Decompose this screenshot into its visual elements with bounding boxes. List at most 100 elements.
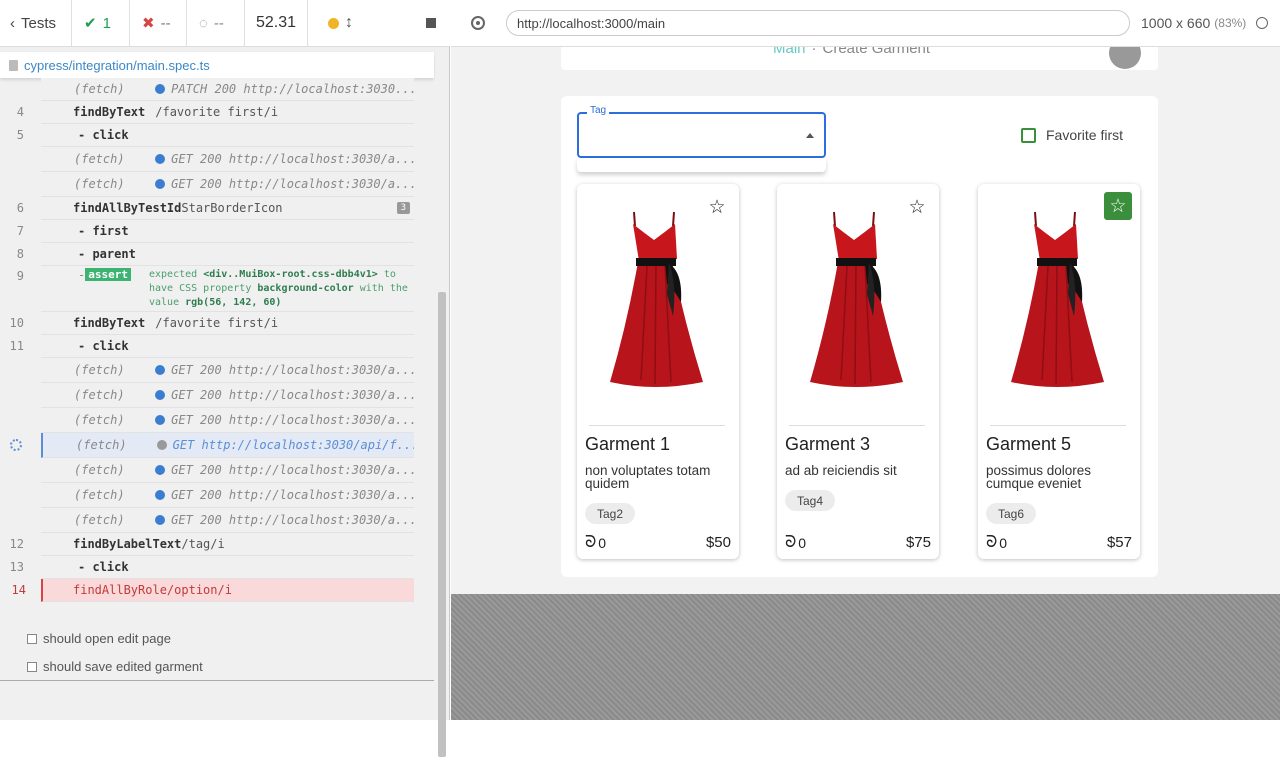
garment-description: ad ab reiciendis sit	[785, 463, 897, 478]
favorite-first-checkbox[interactable]: Favorite first	[1021, 127, 1123, 143]
command-row-pending[interactable]: (fetch) GET http://localhost:3030/api/f.…	[10, 433, 414, 458]
favorite-first-label: Favorite first	[1046, 127, 1124, 143]
x-icon: ✖	[142, 15, 155, 32]
circle-notch-icon: ◌	[199, 14, 208, 32]
failed-count: ✖ --	[130, 0, 187, 46]
command-row[interactable]: (fetch) GET 200 http://localhost:3030/a.…	[41, 508, 414, 533]
spec-path: cypress/integration/main.spec.ts	[24, 57, 210, 73]
swirl-icon: ᘐ	[986, 534, 998, 551]
test-status-icon	[27, 661, 37, 672]
command-row[interactable]: (fetch) GET 200 http://localhost:3030/a.…	[41, 458, 414, 483]
request-status-icon	[155, 390, 166, 400]
garment-title: Garment 3	[785, 434, 871, 454]
likes-count: ᘐ 0	[785, 534, 807, 551]
garment-description: non voluptates totam quidem	[585, 463, 711, 491]
command-row[interactable]: (fetch) GET 200 http://localhost:3030/a.…	[41, 383, 414, 408]
request-status-icon	[155, 84, 166, 94]
dress-image	[610, 211, 703, 387]
dress-image	[810, 211, 903, 387]
command-row[interactable]: 8 - parent	[17, 243, 414, 266]
likes-count: ᘐ 0	[585, 534, 607, 551]
checkbox-icon[interactable]	[1021, 127, 1036, 143]
favorite-toggle[interactable]: ☆	[706, 196, 728, 218]
garment-price: $75	[905, 534, 931, 551]
command-row[interactable]: 13 - click	[10, 556, 414, 579]
command-row[interactable]: 10 findByText /favorite first/i	[10, 312, 414, 335]
favorite-toggle[interactable]: ☆	[906, 196, 928, 218]
run-duration: 52.31	[245, 0, 308, 46]
garment-description: possimus dolores cumque eveniet	[986, 463, 1092, 491]
assert-badge: assert	[85, 268, 131, 281]
passed-count: ✔ 1	[72, 0, 130, 46]
test-item[interactable]: should save edited garment	[27, 659, 203, 674]
request-status-icon	[155, 179, 166, 189]
reporter-scrollbar[interactable]	[435, 52, 448, 757]
viewport-size: 1000 x 660 (83%)	[1141, 15, 1269, 31]
favorite-toggle-active[interactable]: ☆	[1104, 192, 1132, 220]
breadcrumb-main-link[interactable]: Main	[773, 47, 806, 57]
command-row[interactable]: (fetch) GET 200 http://localhost:3030/a.…	[41, 358, 414, 383]
spinner-icon	[10, 439, 22, 451]
stop-button[interactable]	[426, 18, 436, 28]
test-status-icon	[27, 633, 37, 644]
divider	[789, 425, 925, 426]
browser-header: http://localhost:3000/main 1000 x 660 (8…	[451, 0, 1280, 47]
file-icon	[9, 59, 18, 71]
test-item[interactable]: should open edit page	[27, 631, 171, 646]
command-row[interactable]: 12 findByLabelText /tag/i	[10, 533, 414, 556]
star-border-icon: ☆	[708, 196, 726, 218]
tag-label: Tag	[587, 105, 610, 116]
divider	[0, 680, 434, 681]
garment-card[interactable]: ☆ Garment 3 ad ab reiciendis sit Tag4 ᘐ …	[777, 184, 939, 559]
command-row[interactable]: 4 findByText /favorite first/i	[17, 101, 414, 124]
garment-image	[777, 184, 939, 422]
command-log: (fetch) PATCH 200 http://localhost:3030.…	[10, 78, 414, 602]
request-status-icon	[155, 465, 166, 475]
command-row[interactable]: (fetch) GET 200 http://localhost:3030/a.…	[41, 147, 414, 172]
garment-price: $57	[1106, 534, 1132, 551]
app-under-test: Main · Create Garment Tag Favorite first	[451, 47, 1280, 594]
spec-file-bar[interactable]: cypress/integration/main.spec.ts	[0, 52, 434, 78]
tag-select[interactable]: Tag	[577, 105, 826, 158]
close-button[interactable]	[1109, 47, 1141, 69]
back-to-tests-button[interactable]: ‹ Tests	[0, 0, 72, 46]
pending-count: ◌ --	[187, 0, 245, 46]
selector-playground-icon[interactable]	[471, 16, 485, 30]
command-row[interactable]: 6 findAllByTestId StarBorderIcon 3	[17, 197, 414, 220]
request-pending-icon	[156, 440, 167, 450]
check-icon: ✔	[84, 15, 97, 32]
viewport-background	[451, 594, 1280, 720]
request-status-icon	[155, 365, 166, 375]
command-row[interactable]: 5 - click	[17, 124, 414, 147]
scrollbar-thumb[interactable]	[438, 292, 446, 757]
garments-panel: Tag Favorite first ☆ Garment 1 non volup…	[561, 96, 1158, 577]
request-status-icon	[155, 154, 166, 164]
auto-scroll-toggle-icon[interactable]: ↕	[345, 14, 353, 32]
caret-up-icon[interactable]	[806, 133, 814, 138]
assert-message: expected <div..MuiBox-root.css-dbb4v1> t…	[148, 269, 408, 308]
garment-title: Garment 5	[986, 434, 1072, 454]
command-row[interactable]: (fetch) GET 200 http://localhost:3030/a.…	[41, 172, 414, 197]
breadcrumb: Main · Create Garment	[773, 47, 930, 57]
assert-row[interactable]: 9 - assert expected <div..MuiBox-root.cs…	[17, 266, 414, 312]
swirl-icon: ᘐ	[585, 534, 597, 551]
running-indicator-icon	[328, 17, 339, 29]
tag-chip: Tag4	[785, 490, 836, 511]
command-row[interactable]: (fetch) GET 200 http://localhost:3030/a.…	[41, 408, 414, 433]
star-border-icon: ☆	[1109, 195, 1127, 217]
command-row[interactable]: 7 - first	[17, 220, 414, 243]
command-row[interactable]: 11 - click	[10, 335, 414, 358]
command-row[interactable]: (fetch) GET 200 http://localhost:3030/a.…	[41, 483, 414, 508]
info-icon[interactable]	[1256, 17, 1269, 29]
request-status-icon	[155, 490, 166, 500]
garment-card[interactable]: ☆ Garment 1 non voluptates totam quidem …	[577, 184, 739, 559]
tests-label: Tests	[21, 14, 57, 32]
command-row[interactable]: (fetch) PATCH 200 http://localhost:3030.…	[41, 78, 414, 101]
command-row-failed[interactable]: 14 findAllByRole /option/i	[12, 579, 414, 602]
url-bar[interactable]: http://localhost:3000/main	[506, 10, 1130, 36]
breadcrumb-current: Create Garment	[822, 47, 931, 57]
request-status-icon	[155, 415, 166, 425]
chevron-left-icon: ‹	[10, 14, 15, 32]
garment-image	[577, 184, 739, 422]
garment-card[interactable]: ☆ Garment 5 possimus dolores cumque even…	[978, 184, 1140, 559]
